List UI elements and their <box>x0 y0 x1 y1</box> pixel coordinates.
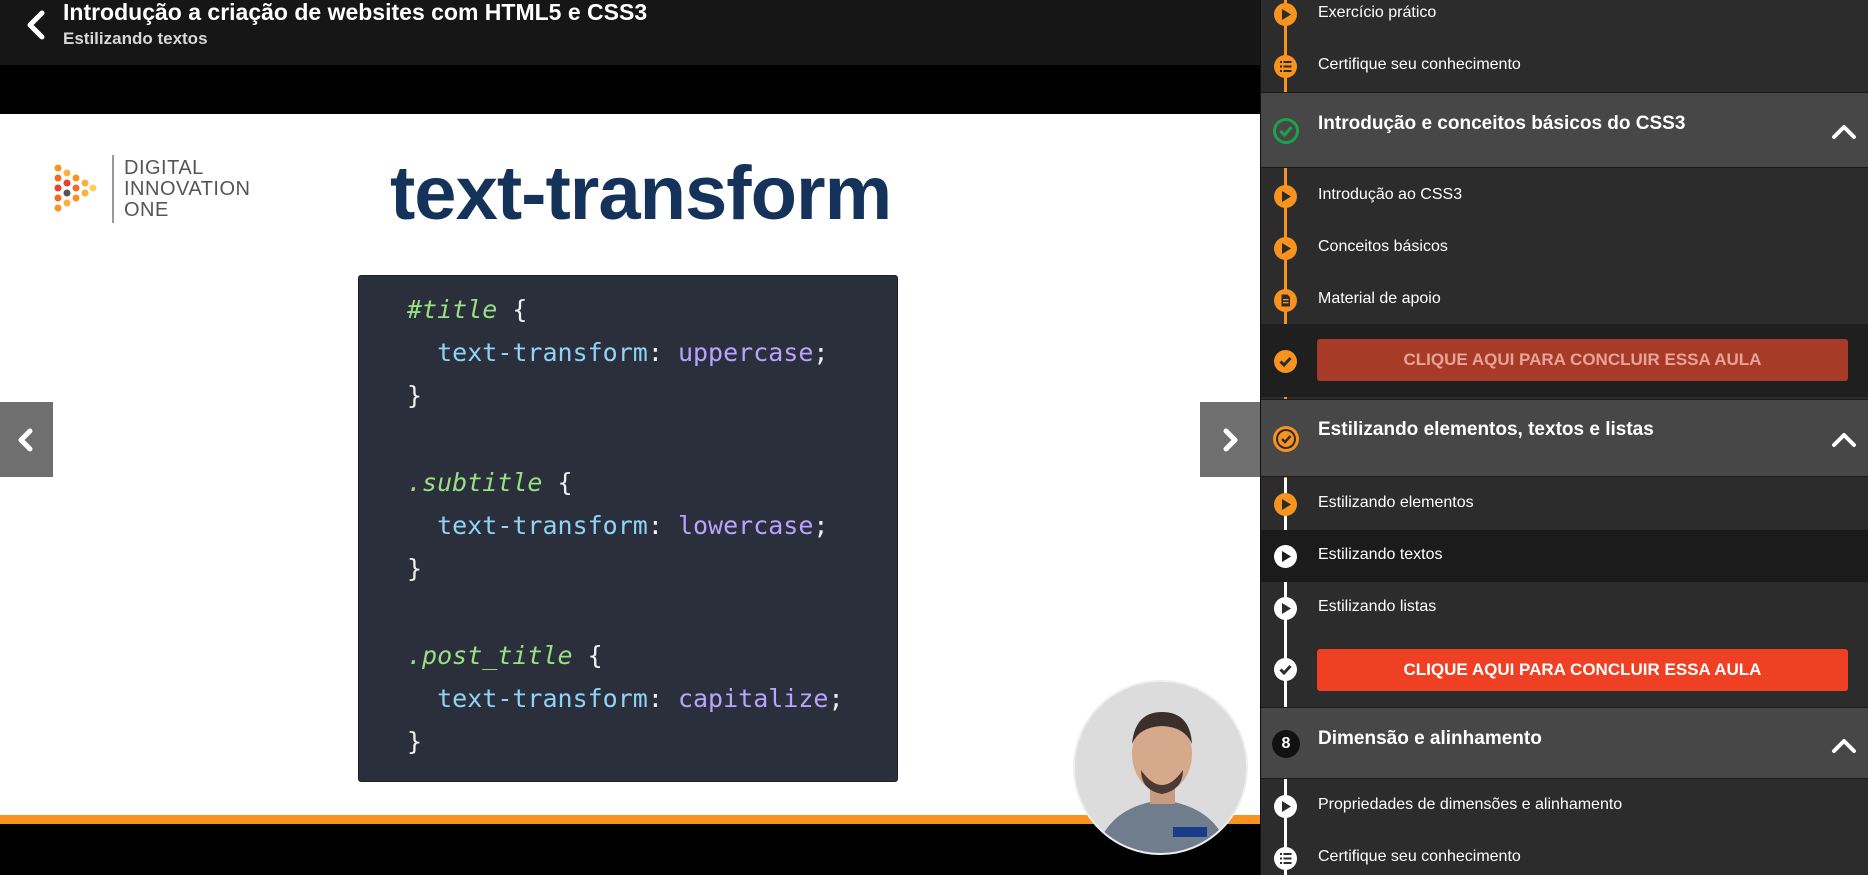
code-selector: .post_title <box>407 640 573 670</box>
lesson-item-label: Estilizando listas <box>1318 598 1437 615</box>
complete-lesson-button[interactable]: CLIQUE AQUI PARA CONCLUIR ESSA AULA <box>1317 339 1848 381</box>
slide-title: text-transform <box>390 151 892 236</box>
chevron-right-icon <box>1223 428 1238 452</box>
complete-lesson-button[interactable]: CLIQUE AQUI PARA CONCLUIR ESSA AULA <box>1317 649 1848 691</box>
next-lesson-button[interactable] <box>1200 402 1260 477</box>
code-selector: .subtitle <box>407 467 543 497</box>
code-line: } <box>407 720 897 763</box>
lesson-item[interactable]: Estilizando elementos <box>1261 478 1868 530</box>
lesson-item-label: Conceitos básicos <box>1318 238 1448 255</box>
list-icon <box>1274 847 1297 870</box>
lesson-item-current[interactable]: Estilizando textos <box>1261 530 1868 582</box>
code-brace: } <box>407 726 423 756</box>
code-value: uppercase <box>677 338 814 368</box>
section-title: Introdução e conceitos básicos do CSS3 <box>1318 113 1686 134</box>
code-brace: { <box>572 640 603 670</box>
code-line: .subtitle { <box>407 461 897 504</box>
code-block: #title { text-transform: uppercase; } .s… <box>358 275 898 782</box>
lesson-item[interactable]: Conceitos básicos <box>1261 222 1868 274</box>
previous-lesson-button[interactable] <box>0 402 53 477</box>
lesson-item[interactable]: Certifique seu conhecimento <box>1261 832 1868 875</box>
complete-lesson-row: CLIQUE AQUI PARA CONCLUIR ESSA AULA <box>1261 634 1868 706</box>
code-line: text-transform: lowercase; <box>437 510 829 540</box>
instructor-avatar-icon <box>1075 682 1246 853</box>
logo-wordmark: DIGITAL INNOVATION ONE <box>124 158 250 221</box>
lesson-item-label: Introdução ao CSS3 <box>1318 186 1463 203</box>
code-line: } <box>407 547 897 590</box>
chevron-left-icon <box>18 428 33 452</box>
code-line: } <box>407 374 897 417</box>
check-icon <box>1274 658 1297 681</box>
code-value: lowercase <box>677 510 814 540</box>
section-header-styling[interactable]: Estilizando elementos, textos e listas <box>1261 399 1868 477</box>
chevron-up-icon[interactable] <box>1831 430 1857 448</box>
lesson-item[interactable]: Propriedades de dimensões e alinhamento <box>1261 780 1868 832</box>
code-property: text-transform <box>437 338 648 368</box>
instructor-webcam <box>1073 680 1248 855</box>
code-line: text-transform: uppercase; <box>437 338 829 368</box>
document-icon <box>1274 289 1297 312</box>
code-property: text-transform <box>437 510 648 540</box>
play-icon <box>1274 237 1297 260</box>
check-circle-icon <box>1273 118 1299 144</box>
code-brace: { <box>497 295 528 324</box>
lesson-item-label: Estilizando textos <box>1318 546 1443 563</box>
play-icon <box>1274 795 1297 818</box>
lesson-item[interactable]: Introdução ao CSS3 <box>1261 170 1868 222</box>
section-header-css3-intro[interactable]: Introdução e conceitos básicos do CSS3 <box>1261 92 1868 168</box>
list-icon <box>1274 55 1297 78</box>
code-line: .post_title { <box>407 634 897 677</box>
lesson-item[interactable]: Estilizando listas <box>1261 582 1868 634</box>
logo-line: ONE <box>124 199 169 221</box>
code-brace: } <box>407 381 423 411</box>
lesson-item[interactable]: Material de apoio <box>1261 274 1868 326</box>
lesson-item-label: Exercício prático <box>1318 4 1437 21</box>
back-arrow-icon[interactable] <box>22 10 52 40</box>
course-title: Introdução a criação de websites com HTM… <box>63 0 648 25</box>
lesson-item[interactable]: Certifique seu conhecimento <box>1261 40 1868 92</box>
code-brace: } <box>407 554 423 584</box>
lesson-subtitle: Estilizando textos <box>63 29 208 48</box>
complete-lesson-row: CLIQUE AQUI PARA CONCLUIR ESSA AULA <box>1261 324 1868 397</box>
play-icon <box>1274 3 1297 26</box>
play-icon <box>1274 597 1297 620</box>
lesson-item-label: Certifique seu conhecimento <box>1318 56 1521 73</box>
lesson-item-label: Propriedades de dimensões e alinhamento <box>1318 796 1623 813</box>
progress-check-icon <box>1273 426 1299 452</box>
lesson-item[interactable]: Exercício prático <box>1261 0 1868 40</box>
lesson-item-label: Certifique seu conhecimento <box>1318 848 1521 865</box>
code-brace: { <box>542 467 573 497</box>
play-icon <box>1274 493 1297 516</box>
chevron-up-icon[interactable] <box>1831 122 1857 140</box>
code-selector: #title <box>407 295 498 324</box>
player-header: Introdução a criação de websites com HTM… <box>0 0 1260 65</box>
chevron-up-icon[interactable] <box>1831 736 1857 754</box>
dio-logo-icon <box>54 164 97 212</box>
code-line: #title { <box>407 288 897 331</box>
section-number-badge: 8 <box>1272 730 1300 758</box>
course-sidebar: Exercício prático Certifique seu conheci… <box>1260 0 1868 875</box>
play-icon <box>1274 545 1297 568</box>
check-icon <box>1274 350 1297 373</box>
video-player: Introdução a criação de websites com HTM… <box>0 0 1260 875</box>
lesson-item-label: Material de apoio <box>1318 290 1441 307</box>
logo-line: DIGITAL <box>124 157 204 179</box>
slide-accent-stripe <box>0 815 1260 824</box>
play-icon <box>1274 185 1297 208</box>
section-header-dimension[interactable]: 8 Dimensão e alinhamento <box>1261 707 1868 779</box>
logo-line: INNOVATION <box>124 178 251 200</box>
lesson-item-label: Estilizando elementos <box>1318 494 1474 511</box>
code-value: capitalize <box>677 683 829 713</box>
section-title: Estilizando elementos, textos e listas <box>1318 419 1654 440</box>
section-title: Dimensão e alinhamento <box>1318 728 1542 749</box>
logo-divider <box>112 155 114 223</box>
code-line: text-transform: capitalize; <box>437 683 844 713</box>
code-property: text-transform <box>437 683 648 713</box>
